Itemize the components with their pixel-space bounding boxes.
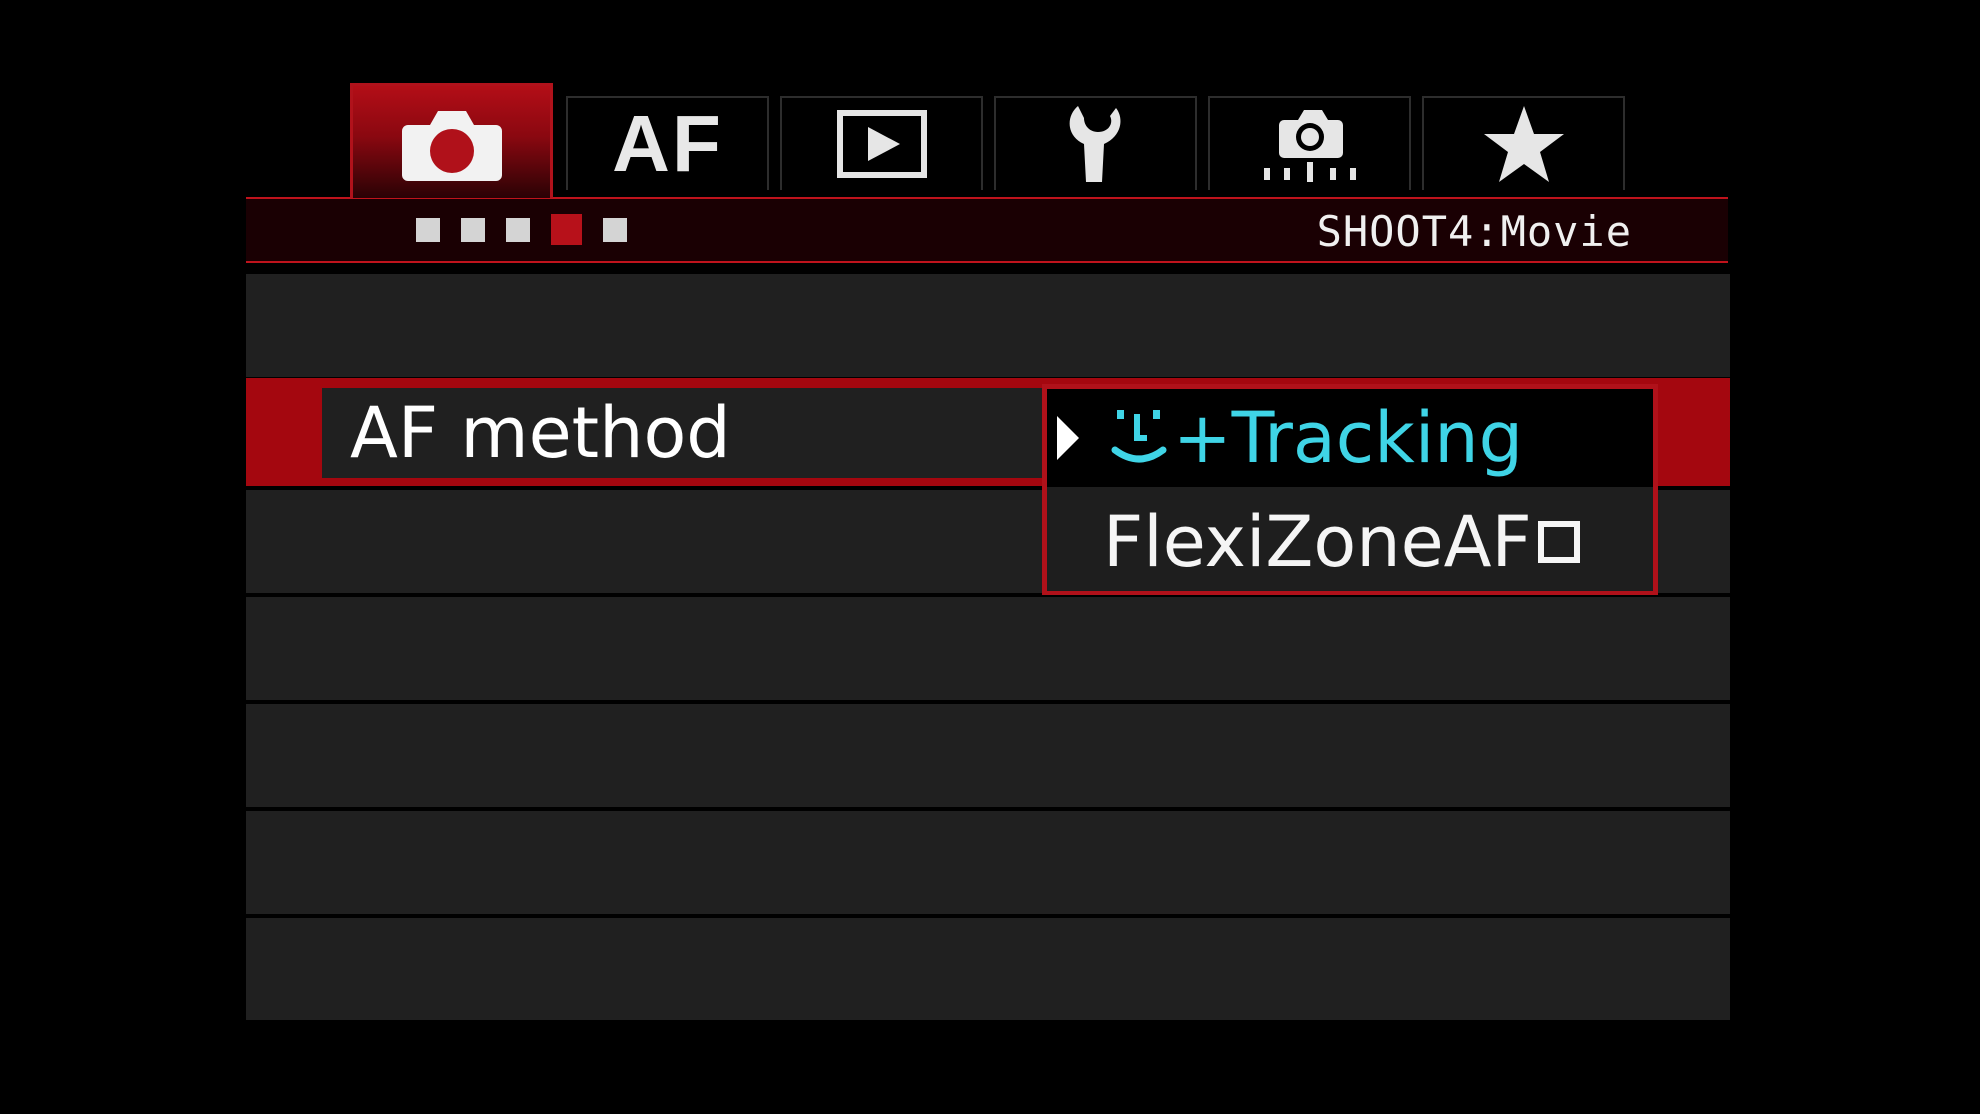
camera-dial-icon — [1263, 110, 1356, 182]
tab-playback[interactable] — [780, 96, 983, 190]
page-dot-current — [551, 214, 582, 245]
menu-row[interactable] — [246, 274, 1730, 377]
menu-row[interactable] — [246, 704, 1730, 807]
page-dot — [506, 218, 530, 242]
menu-row[interactable] — [246, 597, 1730, 700]
option-face-tracking[interactable]: +Tracking — [1047, 389, 1653, 487]
tab-af[interactable]: AF — [566, 96, 769, 190]
af-method-dropdown[interactable]: +Tracking FlexiZoneAF — [1042, 384, 1658, 595]
tab-shoot[interactable] — [350, 83, 553, 198]
menu-row[interactable] — [246, 918, 1730, 1020]
option-flexizone-single[interactable]: FlexiZoneAF — [1047, 493, 1653, 591]
camera-icon — [401, 111, 502, 181]
single-zone-icon — [1537, 521, 1580, 563]
tab-af-label: AF — [612, 99, 723, 188]
page-indicator — [416, 214, 627, 245]
option-label: FlexiZoneAF — [1103, 501, 1532, 583]
menu-item-label: AF method — [350, 392, 731, 474]
tab-my-menu[interactable] — [1422, 96, 1625, 190]
menu-row[interactable] — [246, 811, 1730, 914]
selection-caret-icon — [1057, 416, 1079, 460]
star-icon — [1483, 106, 1564, 182]
section-title: SHOOT4:Movie — [1316, 207, 1632, 256]
tab-custom-functions[interactable] — [1208, 96, 1411, 190]
menu-header: SHOOT4:Movie — [246, 197, 1728, 263]
playback-icon — [836, 110, 927, 178]
page-dot — [603, 218, 627, 242]
tab-setup[interactable] — [994, 96, 1197, 190]
page-dot — [461, 218, 485, 242]
wrench-icon — [1069, 106, 1120, 182]
option-label: +Tracking — [1173, 397, 1524, 479]
page-dot — [416, 218, 440, 242]
face-icon — [1111, 410, 1167, 463]
